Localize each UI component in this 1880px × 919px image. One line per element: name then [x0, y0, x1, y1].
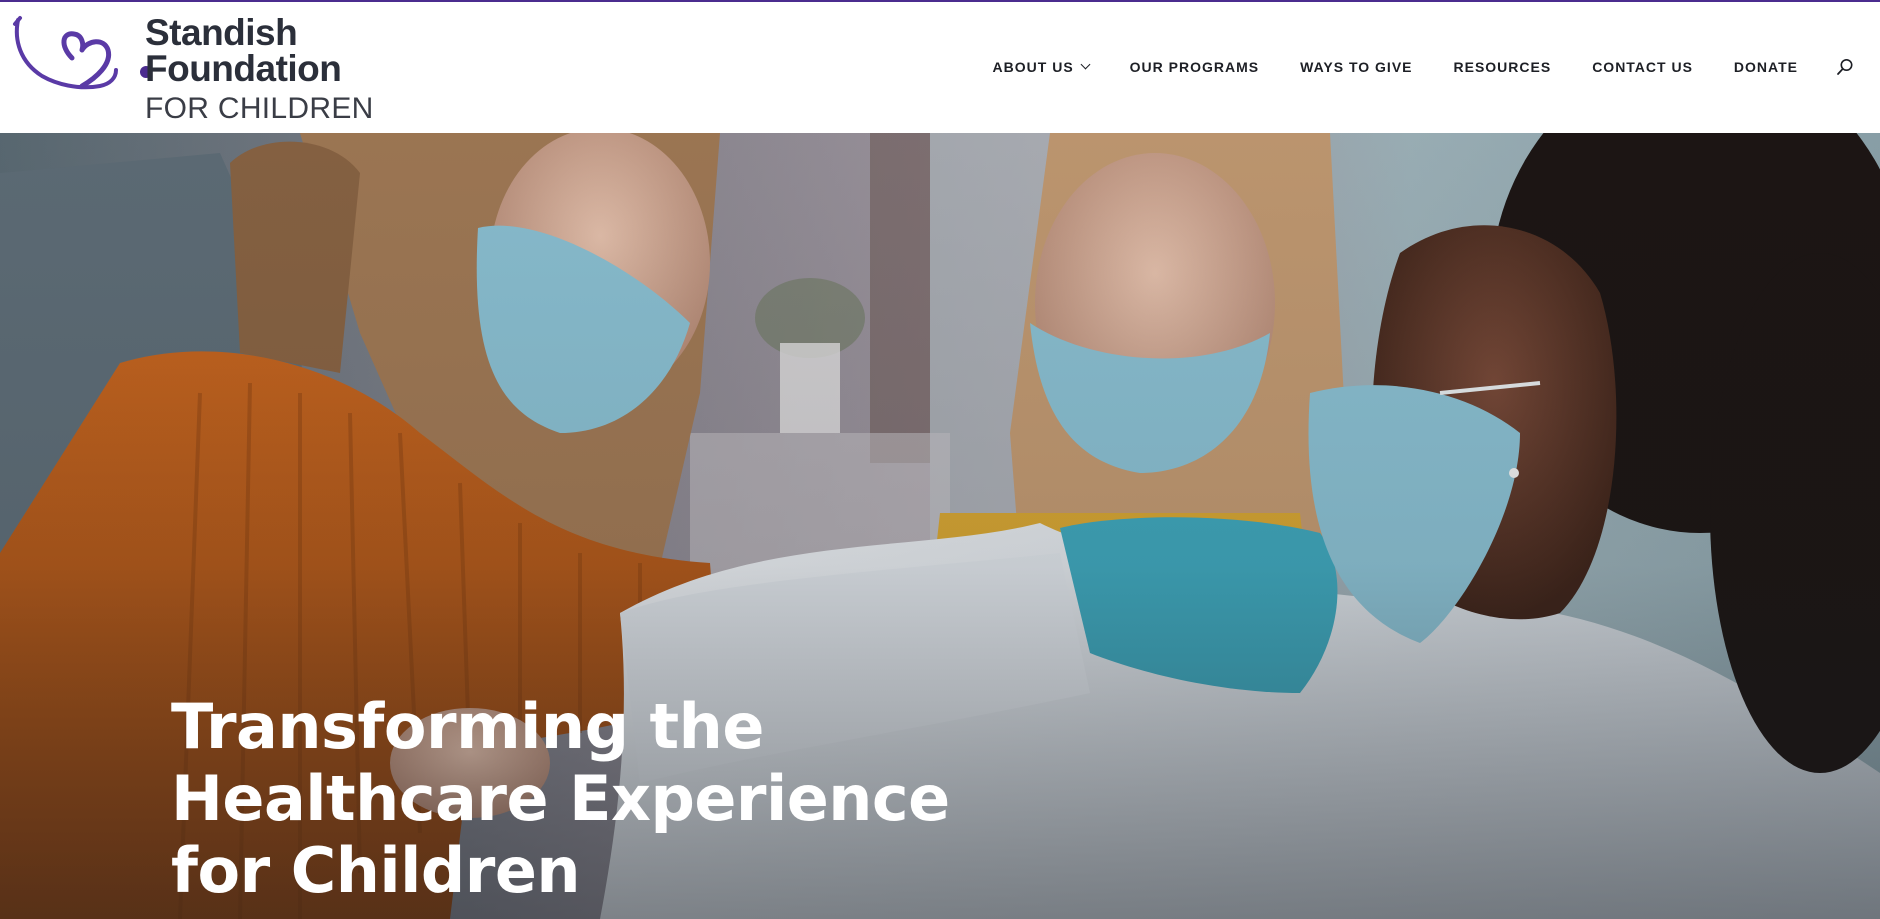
nav-item-label: OUR PROGRAMS: [1129, 59, 1260, 75]
site-logo[interactable]: Standish Foundation FOR CHILDREN: [12, 8, 374, 126]
logo-title-line2: Foundation: [145, 48, 342, 89]
nav-item-resources[interactable]: RESOURCES: [1454, 59, 1552, 75]
nav-item-contact-us[interactable]: CONTACT US: [1592, 59, 1693, 75]
hero-banner: Transforming the Healthcare Experience f…: [0, 133, 1880, 919]
main-nav: ABOUT US OUR PROGRAMS WAYS TO GIVE RESOU…: [993, 58, 1854, 76]
nav-item-about-us[interactable]: ABOUT US: [992, 59, 1091, 75]
hero-title-line: Healthcare Experience: [171, 762, 950, 835]
nav-item-label: WAYS TO GIVE: [1300, 59, 1413, 75]
nav-item-label: RESOURCES: [1453, 59, 1552, 75]
search-icon: [1837, 59, 1853, 75]
chevron-down-icon: [1080, 59, 1091, 69]
hero-title-line: for Children: [171, 834, 581, 907]
nav-item-label: DONATE: [1733, 59, 1798, 75]
site-header: Standish Foundation FOR CHILDREN ABOUT U…: [0, 2, 1880, 133]
stethoscope-heart-icon: [13, 16, 152, 90]
hero-title-line: Transforming the: [171, 690, 764, 763]
nav-item-ways-to-give[interactable]: WAYS TO GIVE: [1300, 59, 1412, 75]
nav-item-label: ABOUT US: [992, 59, 1074, 75]
nav-item-label: CONTACT US: [1592, 59, 1693, 75]
logo-subtitle: FOR CHILDREN: [145, 92, 374, 125]
nav-item-our-programs[interactable]: OUR PROGRAMS: [1130, 59, 1259, 75]
search-button[interactable]: [1836, 58, 1854, 76]
nav-item-donate[interactable]: DONATE: [1734, 59, 1798, 75]
hero-title: Transforming the Healthcare Experience f…: [171, 691, 991, 907]
